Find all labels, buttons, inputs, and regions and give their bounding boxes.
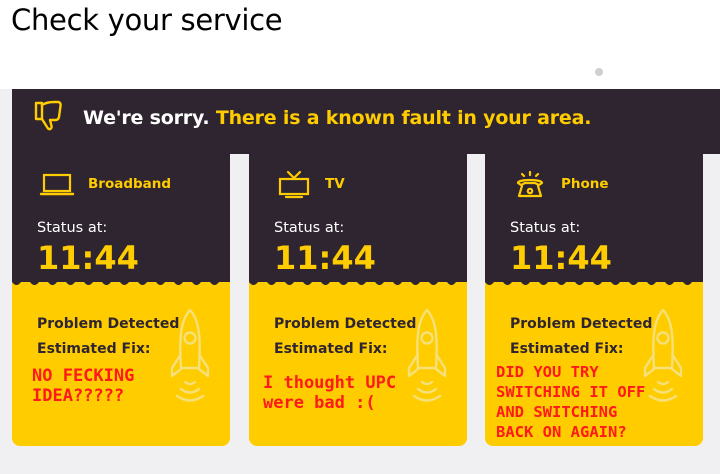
service-name: Broadband	[88, 176, 172, 192]
estimated-fix-label: Estimated Fix:	[274, 341, 388, 357]
problem-status: Problem Detected	[37, 316, 180, 332]
problem-status: Problem Detected	[274, 316, 417, 332]
phone-icon	[516, 170, 544, 198]
handwritten-note: DID YOU TRY SWITCHING IT OFF AND SWITCHI…	[496, 363, 646, 441]
fault-banner: We're sorry. There is a known fault in y…	[12, 89, 720, 154]
rocket-icon	[170, 308, 210, 402]
handwritten-note: I thought UPC were bad :(	[263, 373, 397, 413]
page-title: Check your service	[11, 3, 283, 37]
tv-icon	[278, 170, 310, 199]
handwritten-note: NO FECKING IDEA?????	[32, 366, 135, 406]
service-card-broadband: Broadband Status at: 11:44 Problem Detec…	[12, 154, 230, 446]
card-divider-wave	[12, 278, 230, 285]
thumbs-down-icon	[34, 100, 62, 131]
banner-message: We're sorry. There is a known fault in y…	[83, 107, 591, 129]
problem-status: Problem Detected	[510, 316, 653, 332]
service-card-tv: TV Status at: 11:44 Problem Detected Est…	[249, 154, 467, 446]
estimated-fix-label: Estimated Fix:	[510, 341, 624, 357]
service-name: Phone	[561, 176, 609, 192]
status-label: Status at:	[37, 220, 108, 236]
rocket-icon	[643, 308, 683, 402]
loading-dot	[595, 68, 603, 76]
status-time: 11:44	[37, 239, 139, 277]
laptop-icon	[39, 173, 75, 196]
banner-sorry-text: We're sorry.	[83, 107, 210, 129]
status-label: Status at:	[274, 220, 345, 236]
status-label: Status at:	[510, 220, 581, 236]
banner-fault-text: There is a known fault in your area.	[215, 107, 592, 129]
card-divider-wave	[249, 278, 467, 285]
estimated-fix-label: Estimated Fix:	[37, 341, 151, 357]
service-name: TV	[325, 176, 345, 192]
card-divider-wave	[485, 278, 703, 285]
service-card-phone: Phone Status at: 11:44 Problem Detected …	[485, 154, 703, 446]
rocket-icon	[407, 308, 447, 402]
status-time: 11:44	[274, 239, 376, 277]
status-time: 11:44	[510, 239, 612, 277]
